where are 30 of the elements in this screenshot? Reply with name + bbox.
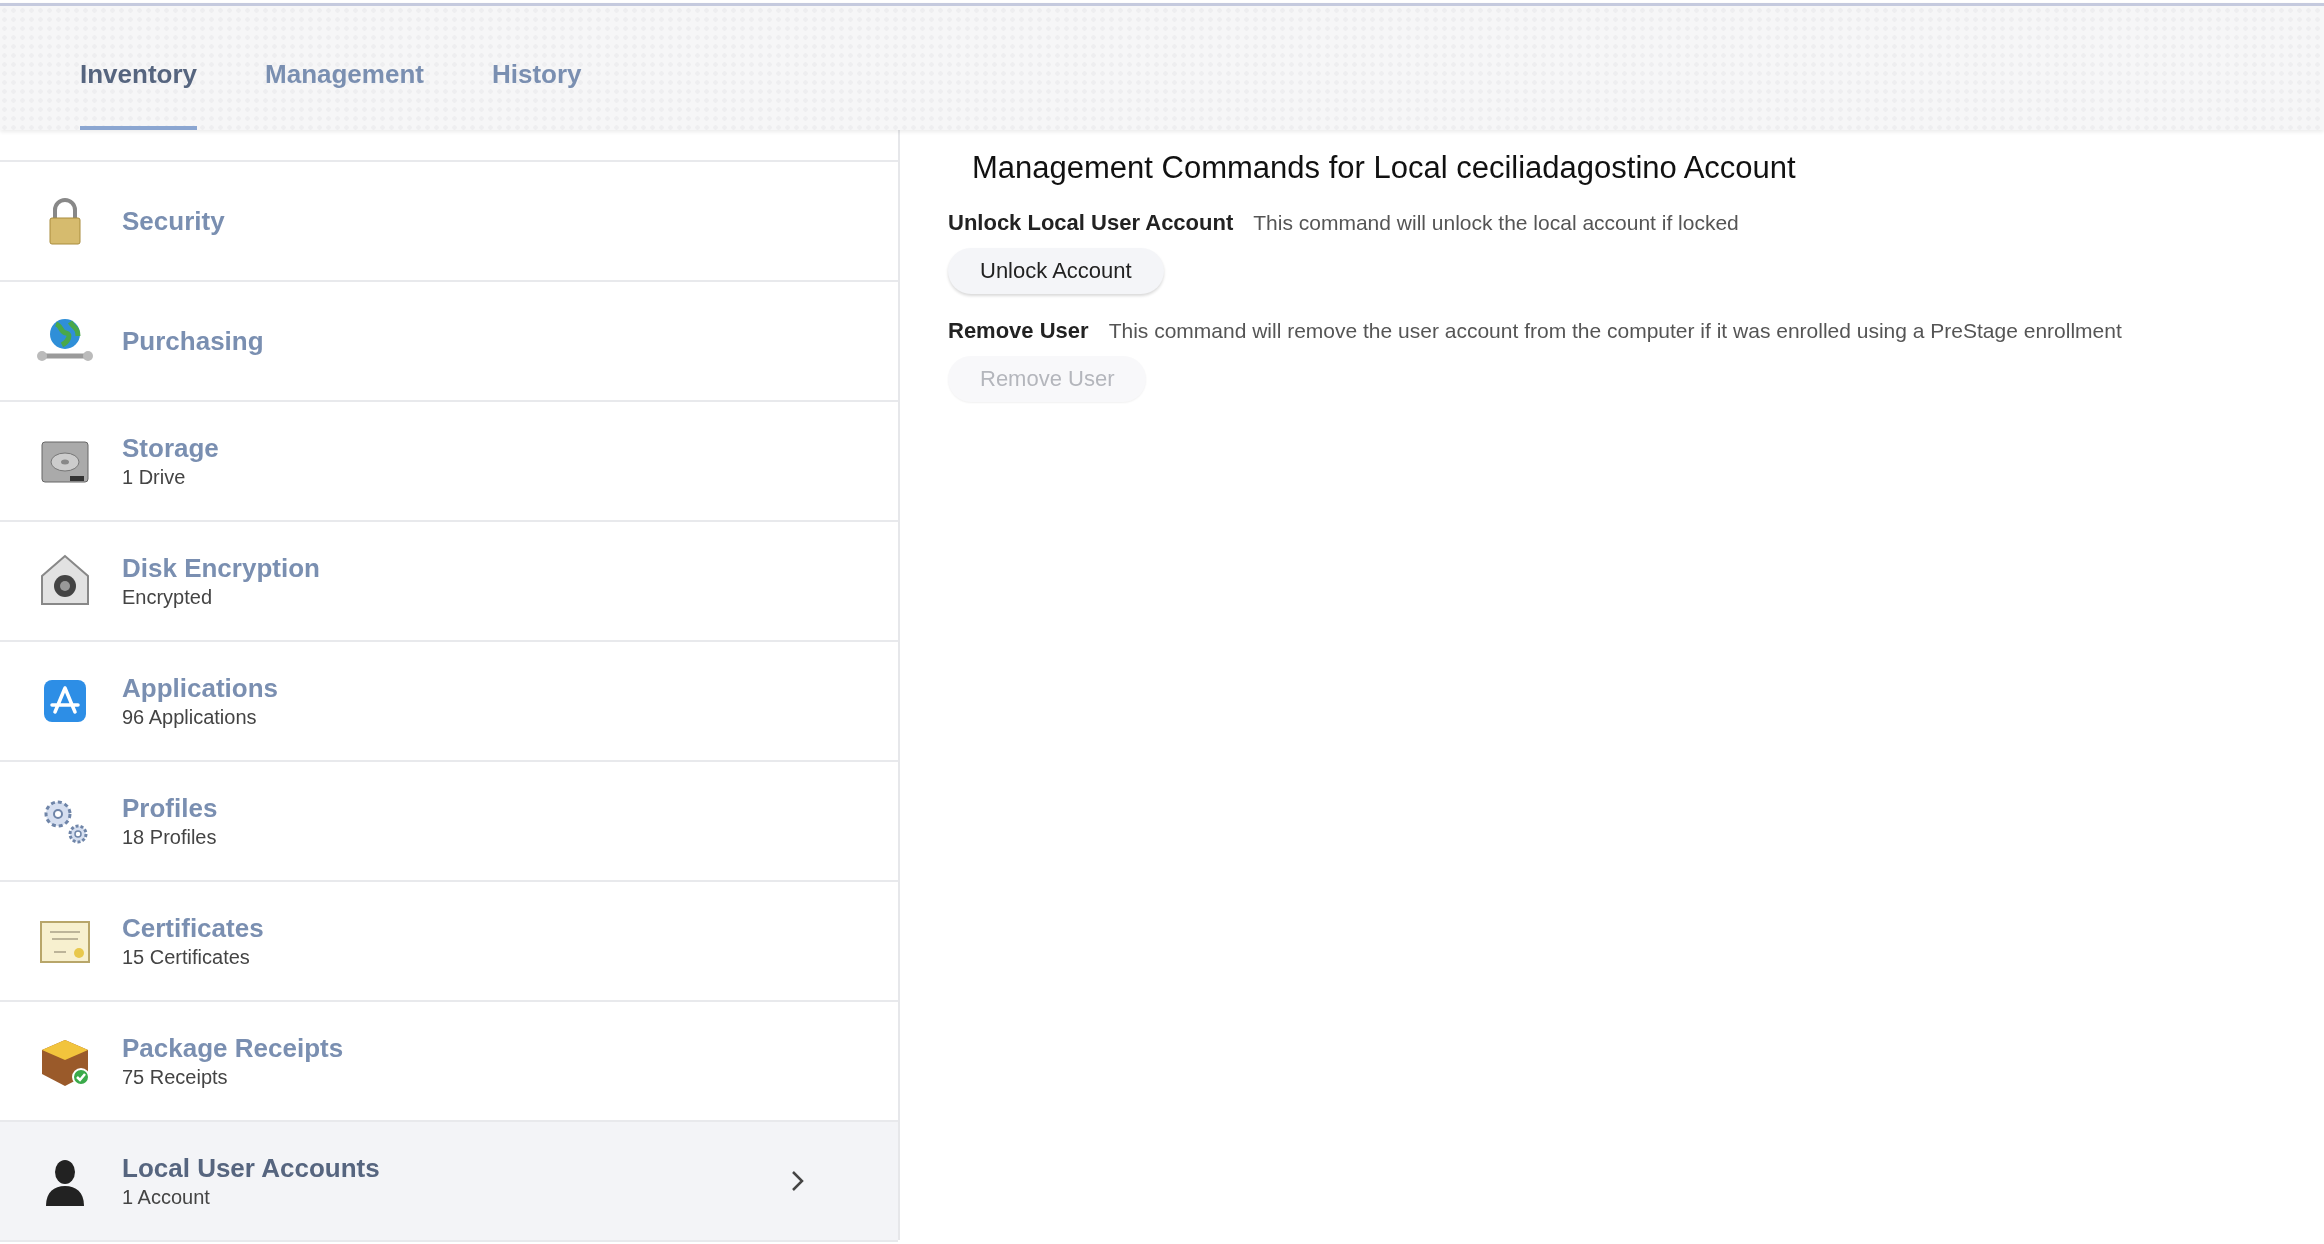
- sidebar-item[interactable]: Profiles 18 Profiles: [0, 760, 898, 880]
- sidebar-item[interactable]: Local User Accounts 1 Account: [0, 1120, 898, 1242]
- sidebar-item[interactable]: Disk Encryption Encrypted: [0, 520, 898, 640]
- item-title: Local User Accounts: [122, 1153, 380, 1184]
- item-title: Certificates: [122, 913, 264, 944]
- item-subtitle: 15 Certificates: [122, 946, 250, 969]
- sidebar-item[interactable]: Certificates 15 Certificates: [0, 880, 898, 1000]
- item-subtitle: 18 Profiles: [122, 826, 217, 849]
- item-title: Disk Encryption: [122, 553, 320, 584]
- command-description: This command will unlock the local account if locked: [1253, 211, 1739, 235]
- command-description: This command will remove the user account from the computer if it was enrolled using a PreStage enrollment: [1108, 319, 2122, 343]
- item-subtitle: Encrypted: [122, 586, 213, 609]
- item-subtitle: 96 Applications: [122, 706, 257, 729]
- sidebar-item[interactable]: Storage 1 Drive: [0, 400, 898, 520]
- item-subtitle: 75 Receipts: [122, 1066, 228, 1089]
- item-title: Profiles: [122, 793, 218, 824]
- command-label: Remove User: [948, 318, 1089, 344]
- item-title: Security: [122, 205, 225, 237]
- item-title: Storage: [122, 433, 219, 464]
- command-button[interactable]: Unlock Account: [948, 248, 1164, 294]
- sidebar-item[interactable]: Applications 96 Applications: [0, 640, 898, 760]
- chevron-right-icon: [790, 1170, 806, 1192]
- item-subtitle: 1 Account: [122, 1186, 210, 1209]
- command-label: Unlock Local User Account: [948, 210, 1234, 236]
- item-title: Package Receipts: [122, 1033, 344, 1064]
- tab[interactable]: Inventory: [80, 59, 198, 130]
- item-title: Purchasing: [122, 325, 264, 357]
- item-title: Applications: [122, 673, 278, 704]
- panel-title: Management Commands for Local ceciliadagostino Account: [972, 150, 1797, 186]
- item-subtitle: 1 Drive: [122, 466, 186, 489]
